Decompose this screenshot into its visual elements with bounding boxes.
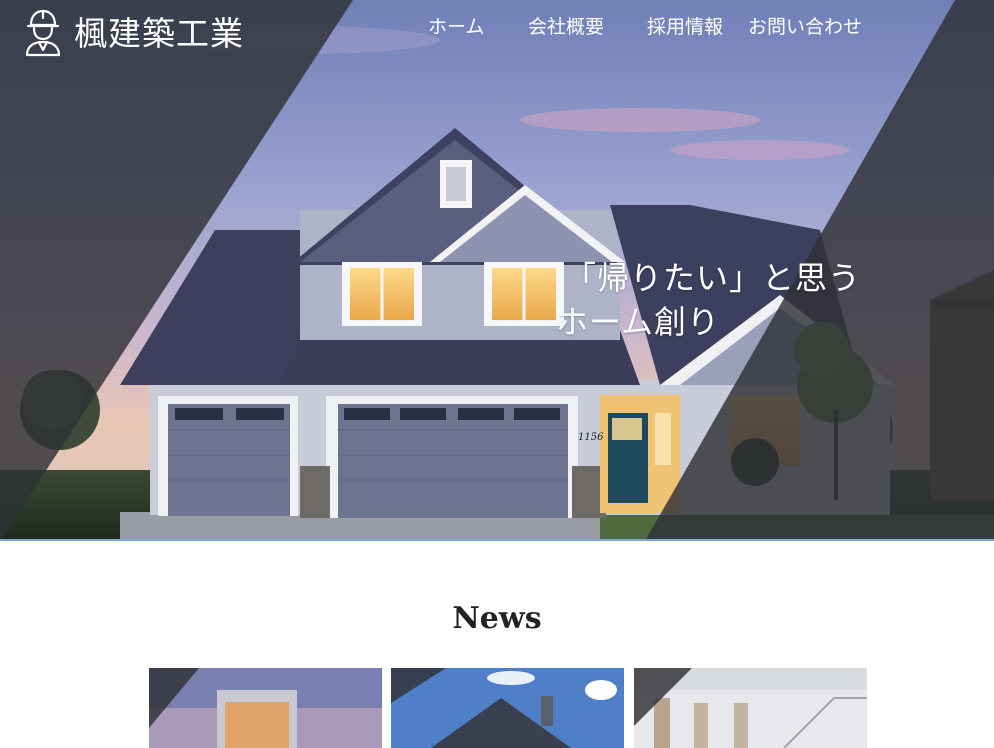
news-card-1[interactable]: [149, 668, 382, 748]
svg-text:1156: 1156: [578, 432, 604, 443]
hero-section: 1156 楓建築工業 ホーム 会社概要 採用情報 お問い合わせ 「帰りたい」と思…: [0, 0, 994, 541]
site-header: 楓建築工業 ホーム 会社概要 採用情報 お問い合わせ: [0, 0, 994, 60]
nav-item-home[interactable]: ホーム: [428, 12, 484, 39]
main-nav: ホーム 会社概要 採用情報 お問い合わせ: [0, 12, 994, 42]
news-card-3[interactable]: [634, 668, 867, 748]
nav-item-contact[interactable]: お問い合わせ: [748, 12, 862, 39]
news-card-2[interactable]: [391, 668, 624, 748]
news-card-2-image: [391, 668, 624, 748]
news-heading: News: [452, 601, 542, 636]
nav-item-recruit[interactable]: 採用情報: [647, 12, 723, 39]
hero-tagline-line1: 「帰りたい」と思う: [564, 259, 862, 297]
news-card-3-image: [634, 668, 867, 748]
news-card-1-image: [149, 668, 382, 748]
news-section: News: [0, 541, 994, 748]
hero-tagline: 「帰りたい」と思う ホーム創り: [556, 256, 861, 344]
nav-item-company[interactable]: 会社概要: [528, 12, 604, 39]
hero-tagline-line2: ホーム創り: [556, 303, 721, 341]
